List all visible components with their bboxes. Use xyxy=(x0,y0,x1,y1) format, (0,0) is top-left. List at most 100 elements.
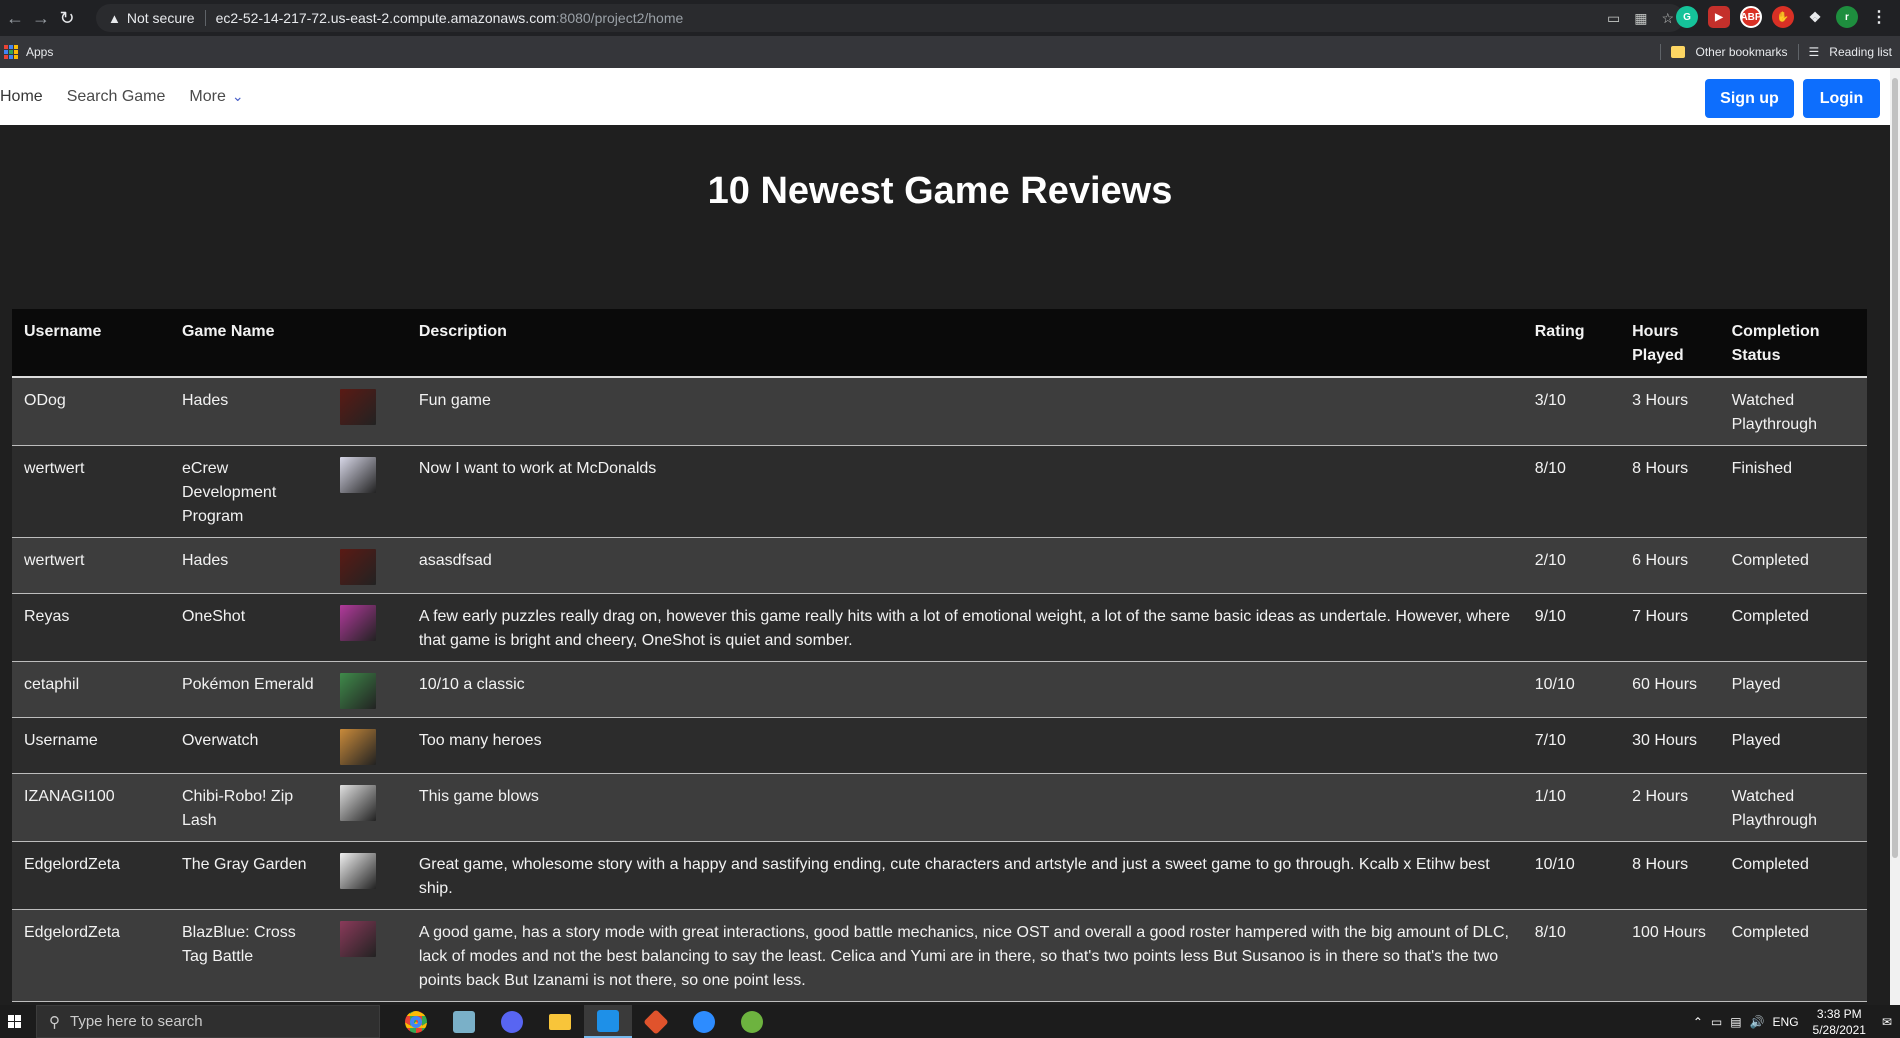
table-header-row: Username Game Name Description Rating Ho… xyxy=(12,309,1867,378)
game-cover-image xyxy=(339,921,376,957)
cell-thumbnail xyxy=(327,841,407,910)
cell-status: Completed xyxy=(1719,537,1867,594)
cell-thumbnail xyxy=(327,773,407,842)
git-tool-taskbar-icon[interactable] xyxy=(632,1005,680,1038)
cell-thumbnail xyxy=(327,717,407,774)
table-row: wertwert Hades asasdfsad 2/10 6 Hours Co… xyxy=(12,537,1867,594)
cast-icon[interactable]: ▭ xyxy=(1607,10,1620,27)
extensions-puzzle-icon[interactable]: ❖ xyxy=(1804,6,1826,28)
cell-username: EdgelordZeta xyxy=(12,909,170,1002)
bookmarks-divider xyxy=(1797,44,1799,60)
clock[interactable]: 3:38 PM 5/28/2021 xyxy=(1813,1006,1866,1038)
cell-thumbnail xyxy=(327,593,407,662)
windows-start-icon[interactable] xyxy=(2,1005,26,1038)
page-scrollbar[interactable] xyxy=(1890,68,1900,1005)
browser-menu-icon[interactable]: ⋮ xyxy=(1868,6,1890,28)
cell-description: A good game, has a story mode with great… xyxy=(406,909,1523,1002)
address-bar[interactable]: ▲ Not secure ec2-52-14-217-72.us-east-2.… xyxy=(96,4,1684,32)
zoom-taskbar-icon[interactable] xyxy=(680,1005,728,1038)
chrome-taskbar-icon[interactable] xyxy=(392,1005,440,1038)
cell-hours: 100 Hours xyxy=(1620,909,1720,1002)
cell-username: Username xyxy=(12,717,170,774)
bookmarks-divider xyxy=(1660,44,1662,60)
qr-code-icon[interactable]: ▦ xyxy=(1634,10,1647,27)
cell-hours: 8 Hours xyxy=(1620,445,1720,538)
apps-bookmark[interactable]: Apps xyxy=(26,45,53,59)
main-content: 10 Newest Game Reviews Username Game Nam… xyxy=(0,125,1890,1005)
taskbar-search-box[interactable]: ⚲ Type here to search xyxy=(36,1005,380,1038)
battery-icon[interactable]: ▭ xyxy=(1711,1015,1722,1029)
login-button[interactable]: Login xyxy=(1803,79,1880,118)
youtube-extension-icon[interactable]: ▶ xyxy=(1708,6,1730,28)
warning-icon: ▲ xyxy=(108,10,121,26)
apps-grid-icon[interactable] xyxy=(4,45,18,59)
folder-icon xyxy=(1671,46,1686,58)
cell-username: wertwert xyxy=(12,445,170,538)
discord-taskbar-icon[interactable] xyxy=(488,1005,536,1038)
notifications-icon[interactable]: ✉ xyxy=(1882,1015,1892,1029)
cell-username: cetaphil xyxy=(12,661,170,718)
profile-avatar[interactable]: r xyxy=(1836,6,1858,28)
windows-taskbar: ⚲ Type here to search ⌃ ▭ ▤ 🔊 ENG 3:38 P… xyxy=(0,1005,1900,1038)
cell-hours: 7 Hours xyxy=(1620,593,1720,662)
network-icon[interactable]: ▤ xyxy=(1730,1015,1741,1029)
cell-hours: 30 Hours xyxy=(1620,717,1720,774)
cell-description: Great game, wholesome story with a happy… xyxy=(406,841,1523,910)
hand-extension-icon[interactable]: ✋ xyxy=(1772,6,1794,28)
url-host: ec2-52-14-217-72.us-east-2.compute.amazo… xyxy=(215,10,556,26)
bookmarks-bar: Apps Other bookmarks ☰ Reading list xyxy=(0,36,1900,68)
cell-rating: 8/10 xyxy=(1522,445,1621,538)
cell-status: Completed xyxy=(1719,909,1867,1002)
forward-arrow-icon[interactable]: → xyxy=(28,5,54,31)
cell-thumbnail xyxy=(327,377,407,446)
cell-game-name: eCrew Development Program xyxy=(169,445,328,538)
bookmark-star-icon[interactable]: ☆ xyxy=(1661,10,1674,27)
vscode-taskbar-icon[interactable] xyxy=(584,1005,632,1038)
nav-more-label: More xyxy=(189,87,226,105)
header-completion-status: Completion Status xyxy=(1719,309,1867,378)
reload-icon[interactable]: ↻ xyxy=(54,5,80,31)
cell-thumbnail xyxy=(327,537,407,594)
signup-button[interactable]: Sign up xyxy=(1705,79,1794,118)
page-title: 10 Newest Game Reviews xyxy=(707,170,1173,212)
back-arrow-icon[interactable]: ← xyxy=(2,5,28,31)
reading-list[interactable]: Reading list xyxy=(1829,45,1892,59)
other-bookmarks[interactable]: Other bookmarks xyxy=(1695,45,1787,59)
notes-taskbar-icon[interactable] xyxy=(440,1005,488,1038)
chevron-up-icon[interactable]: ⌃ xyxy=(1693,1015,1703,1029)
cell-thumbnail xyxy=(327,445,407,538)
file-explorer-taskbar-icon[interactable] xyxy=(536,1005,584,1038)
cell-username: ODog xyxy=(12,377,170,446)
header-thumbnail xyxy=(327,309,407,378)
cell-status: Played xyxy=(1719,661,1867,718)
clock-date: 5/28/2021 xyxy=(1812,1022,1866,1037)
cell-thumbnail xyxy=(327,661,407,718)
cell-description: asasdfsad xyxy=(406,537,1523,594)
cell-hours: 60 Hours xyxy=(1620,661,1720,718)
volume-icon[interactable]: 🔊 xyxy=(1750,1015,1765,1029)
nav-more[interactable]: More ⌄ xyxy=(189,88,243,106)
cell-rating: 10/10 xyxy=(1522,661,1621,718)
cell-game-name: Hades xyxy=(169,377,328,446)
cell-game-name: Hades xyxy=(169,537,328,594)
scrollbar-thumb[interactable] xyxy=(1892,78,1898,858)
adblock-extension-icon[interactable]: ABP xyxy=(1740,6,1762,28)
security-label[interactable]: Not secure xyxy=(127,10,195,26)
search-icon: ⚲ xyxy=(49,1013,60,1031)
cell-game-name: The Gray Garden xyxy=(169,841,328,910)
cell-rating: 7/10 xyxy=(1522,717,1621,774)
spring-taskbar-icon[interactable] xyxy=(728,1005,776,1038)
game-cover-image xyxy=(339,605,376,641)
cell-rating: 3/10 xyxy=(1522,377,1621,446)
clock-time: 3:38 PM xyxy=(1816,1006,1862,1021)
taskbar-search-placeholder: Type here to search xyxy=(70,1013,203,1030)
nav-home[interactable]: Home xyxy=(0,88,43,106)
cell-hours: 3 Hours xyxy=(1620,377,1720,446)
nav-search-game[interactable]: Search Game xyxy=(67,88,166,106)
cell-username: Reyas xyxy=(12,593,170,662)
header-description: Description xyxy=(406,309,1523,378)
cell-game-name: Overwatch xyxy=(169,717,328,774)
cell-hours: 6 Hours xyxy=(1620,537,1720,594)
language-indicator[interactable]: ENG xyxy=(1773,1015,1799,1029)
grammarly-extension-icon[interactable]: G xyxy=(1676,6,1698,28)
